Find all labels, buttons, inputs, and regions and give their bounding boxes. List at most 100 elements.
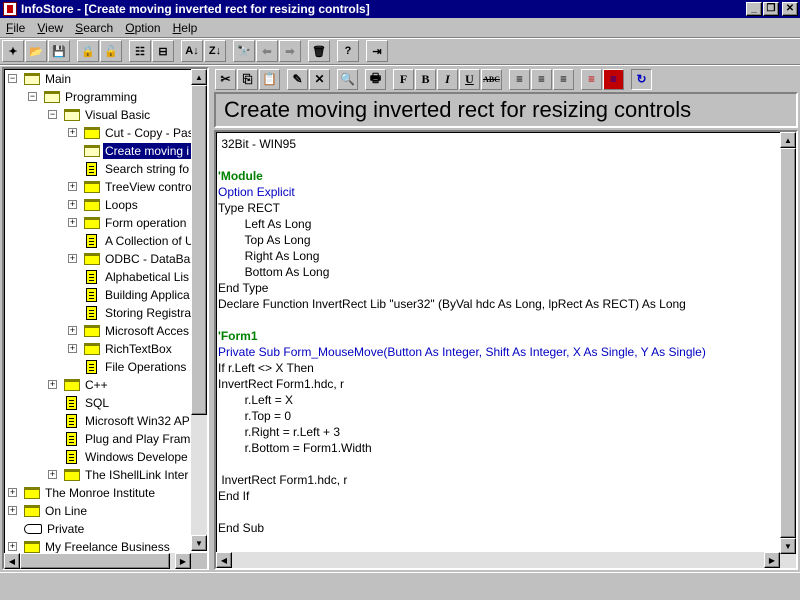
- menu-help[interactable]: Help: [167, 21, 204, 35]
- expand-toggle-icon[interactable]: +: [68, 200, 77, 209]
- minimize-button[interactable]: _: [746, 2, 762, 16]
- tree-item[interactable]: Private: [24, 520, 86, 538]
- tree-item[interactable]: C++: [64, 376, 110, 394]
- editor-scroll-thumb[interactable]: [780, 148, 796, 538]
- back-arrow-icon[interactable]: ⬅: [256, 40, 278, 62]
- expand-toggle-icon[interactable]: +: [8, 542, 17, 551]
- expand-toggle-icon[interactable]: +: [68, 182, 77, 191]
- tree-item[interactable]: SQL: [64, 394, 111, 412]
- edit-icon[interactable]: ✎: [287, 68, 308, 90]
- align-left-icon[interactable]: ≡: [509, 68, 530, 90]
- editor-horizontal-scrollbar[interactable]: ◀ ▶: [216, 552, 780, 568]
- sort-descending-icon[interactable]: Z↓: [204, 40, 226, 62]
- menu-view[interactable]: View: [31, 21, 69, 35]
- tree-view-icon[interactable]: ☷: [129, 40, 151, 62]
- tree-item[interactable]: Visual Basic: [64, 106, 152, 124]
- scroll-up-arrow-icon[interactable]: ▲: [191, 69, 207, 85]
- color-icon[interactable]: ≡: [581, 68, 602, 90]
- tree-item[interactable]: Microsoft Acces: [84, 322, 191, 340]
- collapse-icon[interactable]: ⊟: [152, 40, 174, 62]
- tree-vertical-scrollbar[interactable]: ▲ ▼: [191, 69, 207, 551]
- tree-item[interactable]: Storing Registra: [84, 304, 193, 322]
- document-editor[interactable]: 32Bit - WIN95 'Module Option Explicit Type …: [214, 130, 798, 570]
- background-color-icon[interactable]: ≡: [603, 68, 624, 90]
- expand-toggle-icon[interactable]: +: [68, 326, 77, 335]
- expand-toggle-icon[interactable]: +: [68, 218, 77, 227]
- editor-scroll-down-arrow-icon[interactable]: ▼: [780, 538, 796, 554]
- tree-item[interactable]: Programming: [44, 88, 139, 106]
- refresh-icon[interactable]: ↻: [631, 68, 652, 90]
- tree-item[interactable]: Search string fo: [84, 160, 191, 178]
- cut-icon[interactable]: ✂: [215, 68, 236, 90]
- help-icon[interactable]: ?: [337, 40, 359, 62]
- collapse-toggle-icon[interactable]: −: [28, 92, 37, 101]
- tree-item[interactable]: The Monroe Institute: [24, 484, 157, 502]
- align-center-icon[interactable]: ≡: [531, 68, 552, 90]
- font-icon[interactable]: F: [393, 68, 414, 90]
- collapse-toggle-icon[interactable]: −: [8, 74, 17, 83]
- tree-item[interactable]: A Collection of U: [84, 232, 196, 250]
- underline-icon[interactable]: U: [459, 68, 480, 90]
- align-right-icon[interactable]: ≡: [553, 68, 574, 90]
- tree-item[interactable]: Windows Develope: [64, 448, 190, 466]
- tree-item[interactable]: On Line: [24, 502, 89, 520]
- delete-icon[interactable]: 🗑: [308, 40, 330, 62]
- open-folder-icon[interactable]: 📂: [25, 40, 47, 62]
- app-icon[interactable]: [3, 2, 17, 16]
- tree-item[interactable]: Main: [24, 70, 73, 88]
- scroll-down-arrow-icon[interactable]: ▼: [191, 535, 207, 551]
- scroll-right-arrow-icon[interactable]: ▶: [175, 553, 191, 569]
- delete-x-icon[interactable]: ✕: [309, 68, 330, 90]
- expand-toggle-icon[interactable]: +: [68, 254, 77, 263]
- expand-toggle-icon[interactable]: +: [8, 488, 17, 497]
- print-icon[interactable]: 🖶: [365, 68, 386, 90]
- tree-item[interactable]: ODBC - DataBa: [84, 250, 192, 268]
- tree-item[interactable]: Create moving i: [84, 142, 193, 160]
- tree-item[interactable]: Form operation: [84, 214, 188, 232]
- tree-item[interactable]: File Operations: [84, 358, 188, 376]
- strikethrough-icon[interactable]: ABC: [481, 68, 502, 90]
- tree-item[interactable]: Alphabetical Lis: [84, 268, 191, 286]
- exit-icon[interactable]: ⇥: [366, 40, 388, 62]
- expand-toggle-icon[interactable]: +: [48, 380, 57, 389]
- italic-icon[interactable]: I: [437, 68, 458, 90]
- editor-scroll-up-arrow-icon[interactable]: ▲: [780, 132, 796, 148]
- tree-view[interactable]: − Main − Programming − Visual Basic + Cut - Cop…: [2, 67, 209, 570]
- sort-ascending-icon[interactable]: A↓: [181, 40, 203, 62]
- restore-button[interactable]: ❐: [763, 2, 779, 16]
- tree-item[interactable]: Cut - Copy - Pas: [84, 124, 196, 142]
- tree-item[interactable]: Plug and Play Fram: [64, 430, 192, 448]
- tree-horizontal-scrollbar[interactable]: ◀ ▶: [4, 553, 191, 569]
- expand-toggle-icon[interactable]: +: [68, 128, 77, 137]
- editor-scroll-right-arrow-icon[interactable]: ▶: [764, 552, 780, 568]
- menu-file[interactable]: File: [0, 21, 31, 35]
- tree-item[interactable]: The IShellLink Inter: [64, 466, 190, 484]
- scroll-thumb[interactable]: [191, 85, 207, 415]
- unlock-icon[interactable]: 🔓: [100, 40, 122, 62]
- copy-icon[interactable]: ⎘: [237, 68, 258, 90]
- close-button[interactable]: ✕: [782, 2, 798, 16]
- tree-item[interactable]: TreeView contro: [84, 178, 194, 196]
- tree-item[interactable]: Building Applica: [84, 286, 192, 304]
- editor-scroll-left-arrow-icon[interactable]: ◀: [216, 552, 232, 568]
- scroll-left-arrow-icon[interactable]: ◀: [4, 553, 20, 569]
- editor-vertical-scrollbar[interactable]: ▲ ▼: [780, 132, 796, 568]
- new-icon[interactable]: ✦: [2, 40, 24, 62]
- paste-icon[interactable]: 📋: [259, 68, 280, 90]
- tree-item[interactable]: Microsoft Win32 AP: [64, 412, 192, 430]
- save-icon[interactable]: 💾: [48, 40, 70, 62]
- find-icon[interactable]: 🔭: [233, 40, 255, 62]
- expand-toggle-icon[interactable]: +: [48, 470, 57, 479]
- tree-item[interactable]: Loops: [84, 196, 140, 214]
- menu-option[interactable]: Option: [119, 21, 166, 35]
- collapse-toggle-icon[interactable]: −: [48, 110, 57, 119]
- hscroll-thumb[interactable]: [20, 553, 170, 569]
- tree-item[interactable]: RichTextBox: [84, 340, 174, 358]
- bold-icon[interactable]: B: [415, 68, 436, 90]
- forward-arrow-icon[interactable]: ➡: [279, 40, 301, 62]
- title-bar[interactable]: InfoStore - [Create moving inverted rect…: [0, 0, 800, 18]
- expand-toggle-icon[interactable]: +: [8, 506, 17, 515]
- expand-toggle-icon[interactable]: +: [68, 344, 77, 353]
- lock-icon[interactable]: 🔒: [77, 40, 99, 62]
- menu-search[interactable]: Search: [69, 21, 119, 35]
